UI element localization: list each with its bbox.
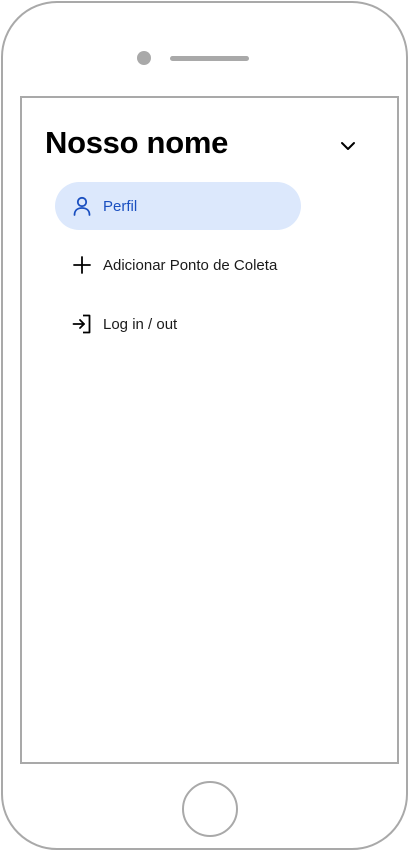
drawer-item-label: Log in / out xyxy=(103,315,178,333)
chevron-down-icon xyxy=(341,142,355,150)
drawer-item-label: Perfil xyxy=(103,197,138,215)
home-button[interactable] xyxy=(182,781,238,837)
drawer-item-label: Adicionar Ponto de Coleta xyxy=(103,256,278,274)
phone-frame: Nosso nome Perfil Adicionar Ponto de Col… xyxy=(1,1,408,850)
drawer-item-login[interactable]: Log in / out xyxy=(55,300,301,348)
app-title: Nosso nome xyxy=(45,125,229,160)
plus-icon xyxy=(71,254,93,276)
collapse-toggle-button[interactable] xyxy=(335,133,361,159)
screen: Nosso nome Perfil Adicionar Ponto de Col… xyxy=(20,96,399,764)
drawer-item-perfil[interactable]: Perfil xyxy=(55,182,301,230)
camera-dot xyxy=(137,51,151,65)
person-icon xyxy=(71,195,93,217)
drawer-item-adicionar-ponto[interactable]: Adicionar Ponto de Coleta xyxy=(55,241,301,289)
drawer-menu: Perfil Adicionar Ponto de Coleta Log in … xyxy=(55,182,303,359)
login-icon xyxy=(71,313,93,335)
speaker-slot xyxy=(170,56,249,61)
